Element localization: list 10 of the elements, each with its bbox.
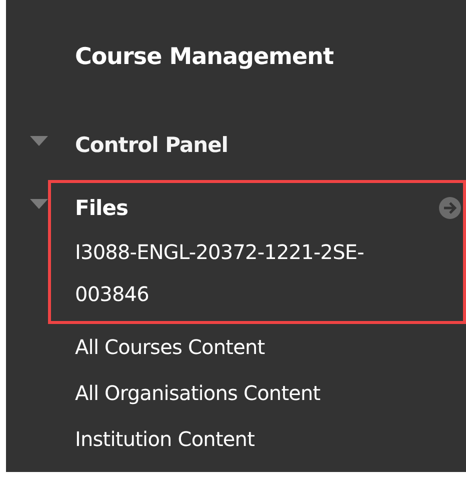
expand-icon[interactable]: [30, 199, 48, 209]
tree-item[interactable]: All Organisations Content: [6, 370, 466, 416]
expand-icon[interactable]: [30, 136, 48, 146]
tree-item[interactable]: All Courses Content: [6, 324, 466, 370]
section-title[interactable]: Control Panel: [75, 127, 228, 163]
section-title[interactable]: Files: [75, 190, 128, 226]
arrow-circle-icon[interactable]: [439, 197, 461, 219]
tree-item[interactable]: Institution Content: [6, 416, 466, 462]
panel-heading: Course Management: [74, 43, 334, 72]
tree-item[interactable]: I3088-ENGL-20372-1221-2SE-003846: [75, 231, 420, 315]
